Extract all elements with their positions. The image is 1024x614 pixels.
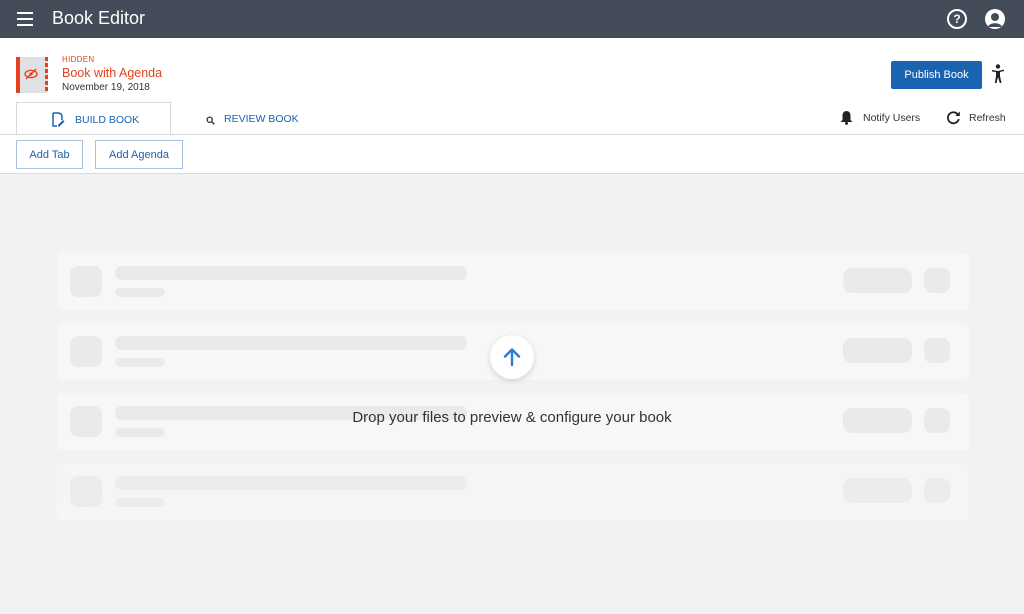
notify-users-label: Notify Users	[863, 112, 921, 124]
edit-document-icon	[52, 112, 65, 127]
tab-build-book-label: BUILD BOOK	[75, 114, 140, 126]
book-thumbnail	[16, 57, 48, 93]
refresh-label: Refresh	[969, 112, 1006, 124]
add-tab-button[interactable]: Add Tab	[16, 140, 83, 169]
tab-review-book[interactable]: REVIEW BOOK	[200, 102, 320, 135]
arrow-up-icon	[503, 348, 521, 367]
bell-icon	[840, 111, 853, 125]
book-title: Book with Agenda	[62, 66, 163, 80]
tab-build-book[interactable]: BUILD BOOK	[16, 102, 171, 135]
publish-book-button[interactable]: Publish Book	[891, 61, 982, 89]
accessibility-icon[interactable]	[990, 64, 1006, 84]
app-header: Book Editor ?	[0, 0, 1024, 38]
app-title: Book Editor	[52, 8, 146, 28]
eye-off-icon	[24, 68, 38, 80]
book-status-badge: HIDDEN	[62, 55, 95, 64]
tab-review-book-label: REVIEW BOOK	[224, 113, 299, 125]
refresh-icon	[947, 111, 960, 125]
tabs-divider	[0, 134, 1024, 135]
help-icon[interactable]: ?	[947, 9, 967, 29]
book-header: HIDDEN Book with Agenda November 19, 201…	[0, 38, 1024, 174]
skeleton-row	[57, 253, 969, 310]
search-icon	[206, 116, 215, 125]
hamburger-menu-icon[interactable]	[16, 10, 34, 28]
add-agenda-button[interactable]: Add Agenda	[95, 140, 183, 169]
skeleton-row	[57, 463, 969, 520]
upload-button[interactable]	[490, 335, 534, 379]
user-avatar-icon[interactable]	[985, 9, 1005, 29]
dropzone-message: Drop your files to preview & configure y…	[352, 409, 672, 426]
book-date: November 19, 2018	[62, 82, 150, 93]
